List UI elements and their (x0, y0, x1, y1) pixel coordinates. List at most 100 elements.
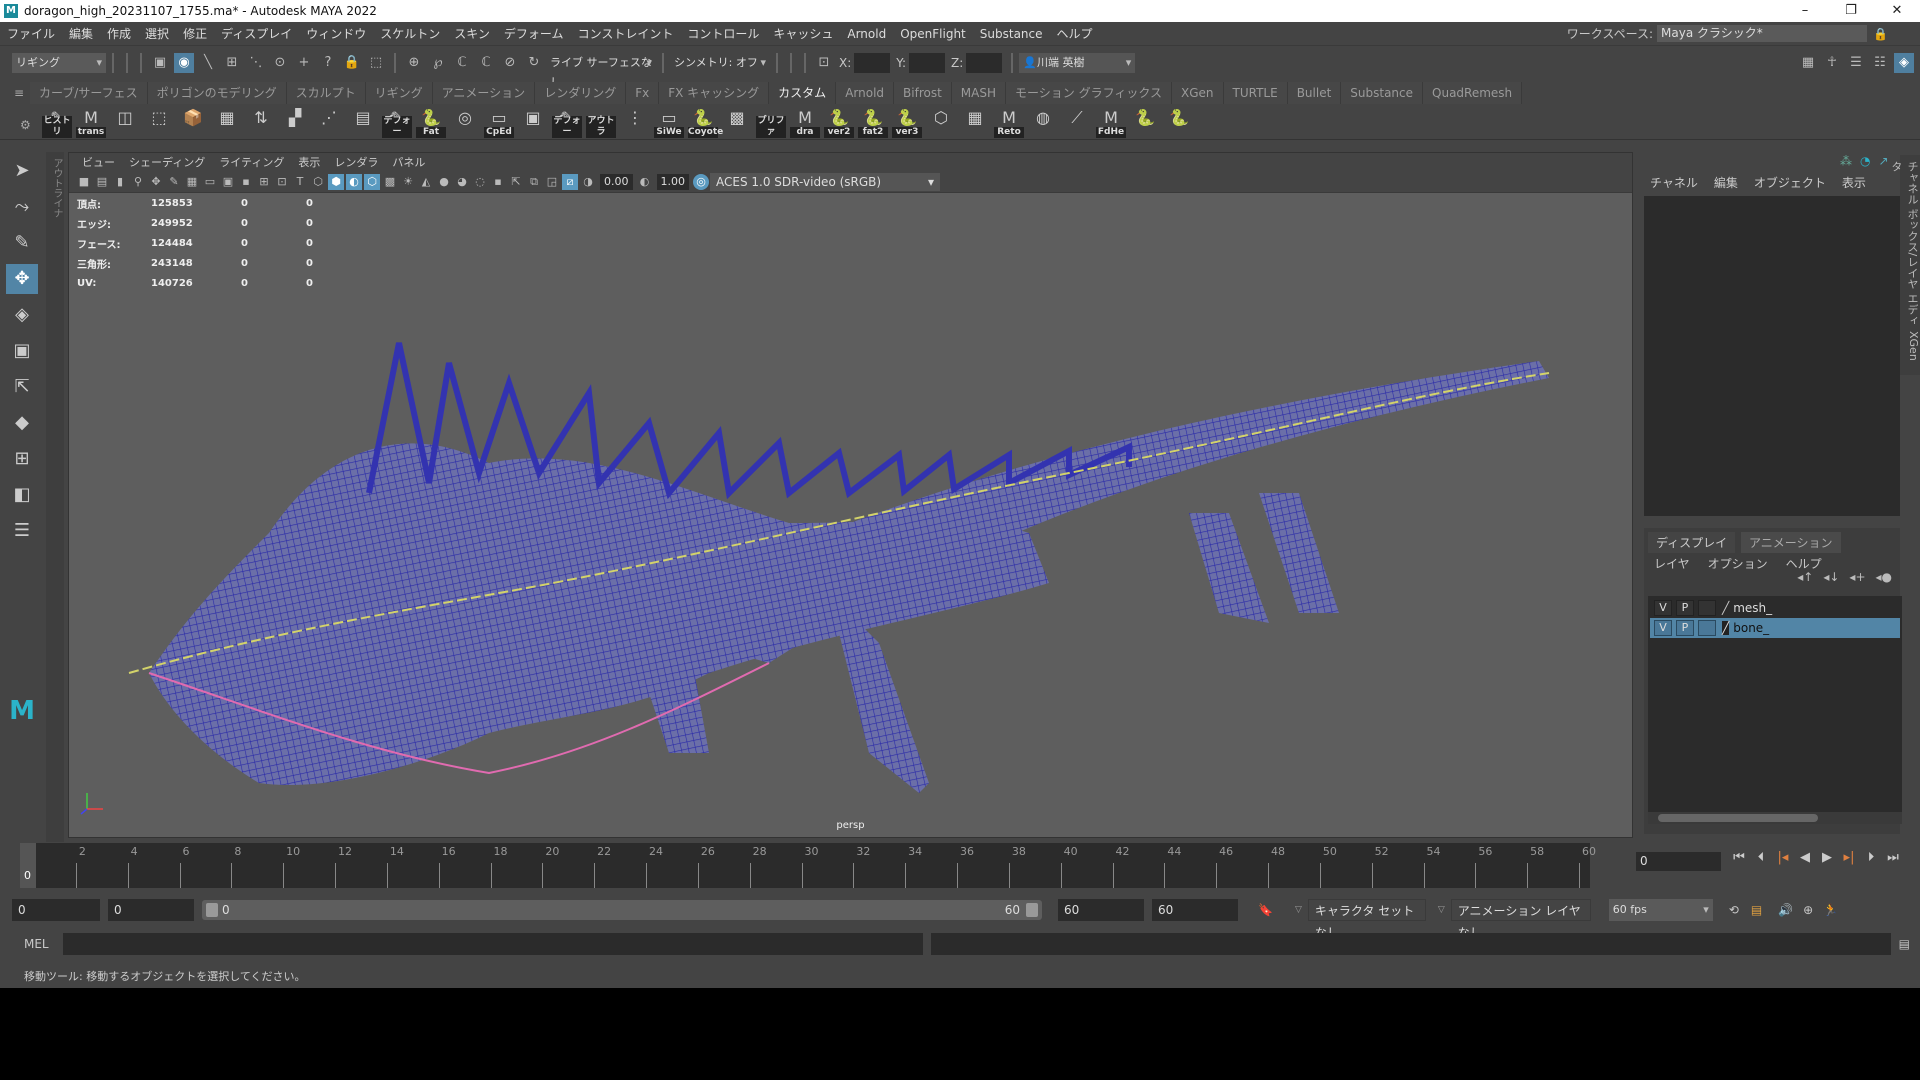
time-slider[interactable]: 0246810121416182022242628303234363840424… (20, 843, 1596, 888)
shelf-button-12[interactable]: ◎ (450, 106, 480, 138)
step-forward-key-icon[interactable]: ▸| (1838, 850, 1860, 865)
sound-icon[interactable]: 🔊 (1778, 903, 1793, 917)
shelf-tab-0[interactable]: カーブ/サーフェス (30, 82, 148, 104)
layer-color-icon[interactable]: ╱ (1722, 621, 1730, 635)
shelf-tab-6[interactable]: Fx (626, 82, 660, 104)
maximize-button[interactable]: ❐ (1828, 0, 1874, 22)
cache-playback-icon[interactable]: ▤ (1751, 903, 1762, 917)
shadows-icon[interactable]: ◭ (418, 174, 434, 190)
lights-icon[interactable]: ☀ (400, 174, 416, 190)
menu-16[interactable]: ヘルプ (1050, 25, 1100, 42)
four-view-icon[interactable]: ⊞ (6, 444, 38, 474)
tool-settings-icon[interactable]: ☷ (1870, 53, 1890, 73)
shelf-settings-icon[interactable]: ⚙ (20, 118, 31, 132)
shelf-button-24[interactable]: 🐍 fat2 (858, 106, 888, 138)
shelf-tab-5[interactable]: レンダリング (535, 82, 627, 104)
maya-home-logo-icon[interactable]: M (6, 696, 38, 726)
paint-select-tool-icon[interactable]: ✎ (6, 228, 38, 258)
menu-layer[interactable]: レイヤ (1654, 555, 1690, 572)
dragon-wireframe-model[interactable] (69, 193, 1634, 833)
character-set-dropdown[interactable]: キャラクタ セットなし (1307, 899, 1426, 940)
shelf-button-14[interactable]: ▣ (518, 106, 548, 138)
select-cursor-icon[interactable]: ⬚ (366, 53, 386, 73)
side-tab-channel-box[interactable]: チャネル ボックス/レイヤ エディタ (1890, 155, 1920, 330)
tab-animation[interactable]: アニメーション (1741, 532, 1841, 553)
channel-box-icon[interactable]: ◈ (1894, 53, 1914, 73)
playback-toggle[interactable]: P (1676, 620, 1694, 636)
range-end-handle[interactable] (1026, 903, 1038, 917)
channel-box-menu-2[interactable]: オブジェクト (1754, 174, 1826, 191)
outliner-layout-icon[interactable]: ☰ (6, 516, 38, 546)
layer-row-mesh[interactable]: V P ╱ mesh_ (1650, 598, 1900, 618)
smooth-shade-icon[interactable]: ⬢ (328, 173, 344, 190)
visibility-toggle[interactable]: V (1654, 620, 1672, 636)
exposure-field[interactable]: 0.00 (600, 173, 633, 190)
xray-active-icon[interactable]: ◲ (544, 174, 560, 190)
workspace-dropdown[interactable]: Maya クラシック* (1657, 25, 1868, 42)
animation-start-field[interactable]: 0 (12, 899, 100, 921)
shelf-tab-7[interactable]: FX キャッシング (659, 82, 770, 104)
go-to-start-icon[interactable]: ⏮ (1728, 850, 1750, 865)
loop-icon[interactable]: ⟲ (1729, 903, 1739, 917)
shelf-button-25[interactable]: 🐍 ver3 (892, 106, 922, 138)
step-back-key-icon[interactable]: |◂ (1772, 850, 1794, 865)
shelf-button-13[interactable]: ▭ CpEd (484, 106, 514, 138)
field-chart-icon[interactable]: ⊞ (256, 174, 272, 190)
animation-end-field[interactable]: 60 (1152, 899, 1238, 921)
shelf-tab-11[interactable]: MASH (951, 82, 1006, 104)
shelf-button-1[interactable]: Mtrans (76, 106, 106, 138)
live-surface-dropdown[interactable]: ライブ サーフェスなし (546, 53, 656, 89)
menu-0[interactable]: ファイル (0, 25, 62, 42)
gamma-field[interactable]: 1.00 (656, 173, 689, 190)
step-back-frame-icon[interactable]: ⏴ (1750, 850, 1772, 865)
lasso-tool-icon[interactable]: ⤳ (6, 192, 38, 222)
shelf-tab-17[interactable]: QuadRemesh (1423, 82, 1523, 104)
script-editor-icon[interactable]: ▤ (1899, 937, 1910, 951)
viewport-persp[interactable]: ビュー シェーディング ライティング 表示 レンダラ パネル ■ ▤ ▮ ⚲ ✥ ✎ ▦ … (68, 152, 1633, 838)
minimize-button[interactable]: – (1782, 0, 1828, 22)
bookmark-add-icon[interactable]: 🔖 (1258, 903, 1273, 917)
shelf-button-19[interactable]: 🐍 Coyote (688, 106, 723, 138)
help-icon[interactable]: ? (318, 53, 338, 73)
pan-zoom-icon[interactable]: ✥ (148, 174, 164, 190)
move-tool-icon[interactable]: ✥ (6, 264, 38, 294)
outliner-side-tab[interactable]: アウトライナ (46, 152, 64, 842)
shelf-tab-1[interactable]: ポリゴンのモデリング (147, 82, 287, 104)
menu-2[interactable]: 作成 (100, 25, 138, 42)
backface-icon[interactable]: ⧄ (562, 173, 578, 190)
menu-10[interactable]: コンストレイント (571, 25, 681, 42)
mel-input[interactable] (62, 933, 923, 955)
workspace-lock-icon[interactable]: 🔒 (1873, 27, 1888, 41)
shelf-button-18[interactable]: ▭ SiWe (654, 106, 684, 138)
new-layer-from-selected-icon[interactable]: ◂● (1876, 570, 1893, 584)
menu-12[interactable]: キャッシュ (766, 25, 840, 42)
shelf-button-27[interactable]: ▦ (960, 106, 990, 138)
playback-start-field[interactable]: 0 (108, 899, 194, 921)
wireframe-on-shaded-icon[interactable]: ⬡ (364, 173, 380, 190)
shelf-tab-15[interactable]: Bullet (1287, 82, 1342, 104)
mel-label[interactable]: MEL (24, 937, 49, 951)
play-backward-icon[interactable]: ◀ (1794, 850, 1816, 865)
shelf-button-23[interactable]: 🐍 ver2 (824, 106, 854, 138)
menu-3[interactable]: 選択 (138, 25, 176, 42)
snap-view-magnet-icon[interactable]: ⊘ (500, 53, 520, 73)
xray-joints-icon[interactable]: ⧉ (526, 174, 542, 190)
menu-11[interactable]: コントロール (680, 25, 766, 42)
shelf-button-8[interactable]: ⋰ (314, 106, 344, 138)
shelf-tab-8[interactable]: カスタム (769, 82, 837, 104)
xray-icon[interactable]: ▩ (382, 174, 398, 190)
snap-plane-icon[interactable]: + (294, 53, 314, 73)
viewport-menu-2[interactable]: ライティング (212, 154, 291, 170)
menuset-dropdown[interactable]: リギング (12, 53, 106, 73)
shelf-menu-icon[interactable]: ≡ (14, 86, 26, 100)
scale-tool-icon[interactable]: ▣ (6, 336, 38, 366)
select-tool-icon[interactable]: ➤ (6, 156, 38, 186)
image-plane-icon[interactable]: ⚲ (130, 174, 146, 190)
shelf-button-3[interactable]: ⬚ (144, 106, 174, 138)
user-account-dropdown[interactable]: 👤川端 英樹 (1019, 53, 1136, 73)
menu-6[interactable]: ウィンドウ (299, 25, 373, 42)
depth-of-field-icon[interactable]: ◌ (472, 174, 488, 190)
move-layer-up-icon[interactable]: ◂↑ (1797, 570, 1813, 584)
z-field[interactable] (966, 53, 1003, 73)
shelf-button-15[interactable]: ✎デフォー (552, 106, 582, 138)
